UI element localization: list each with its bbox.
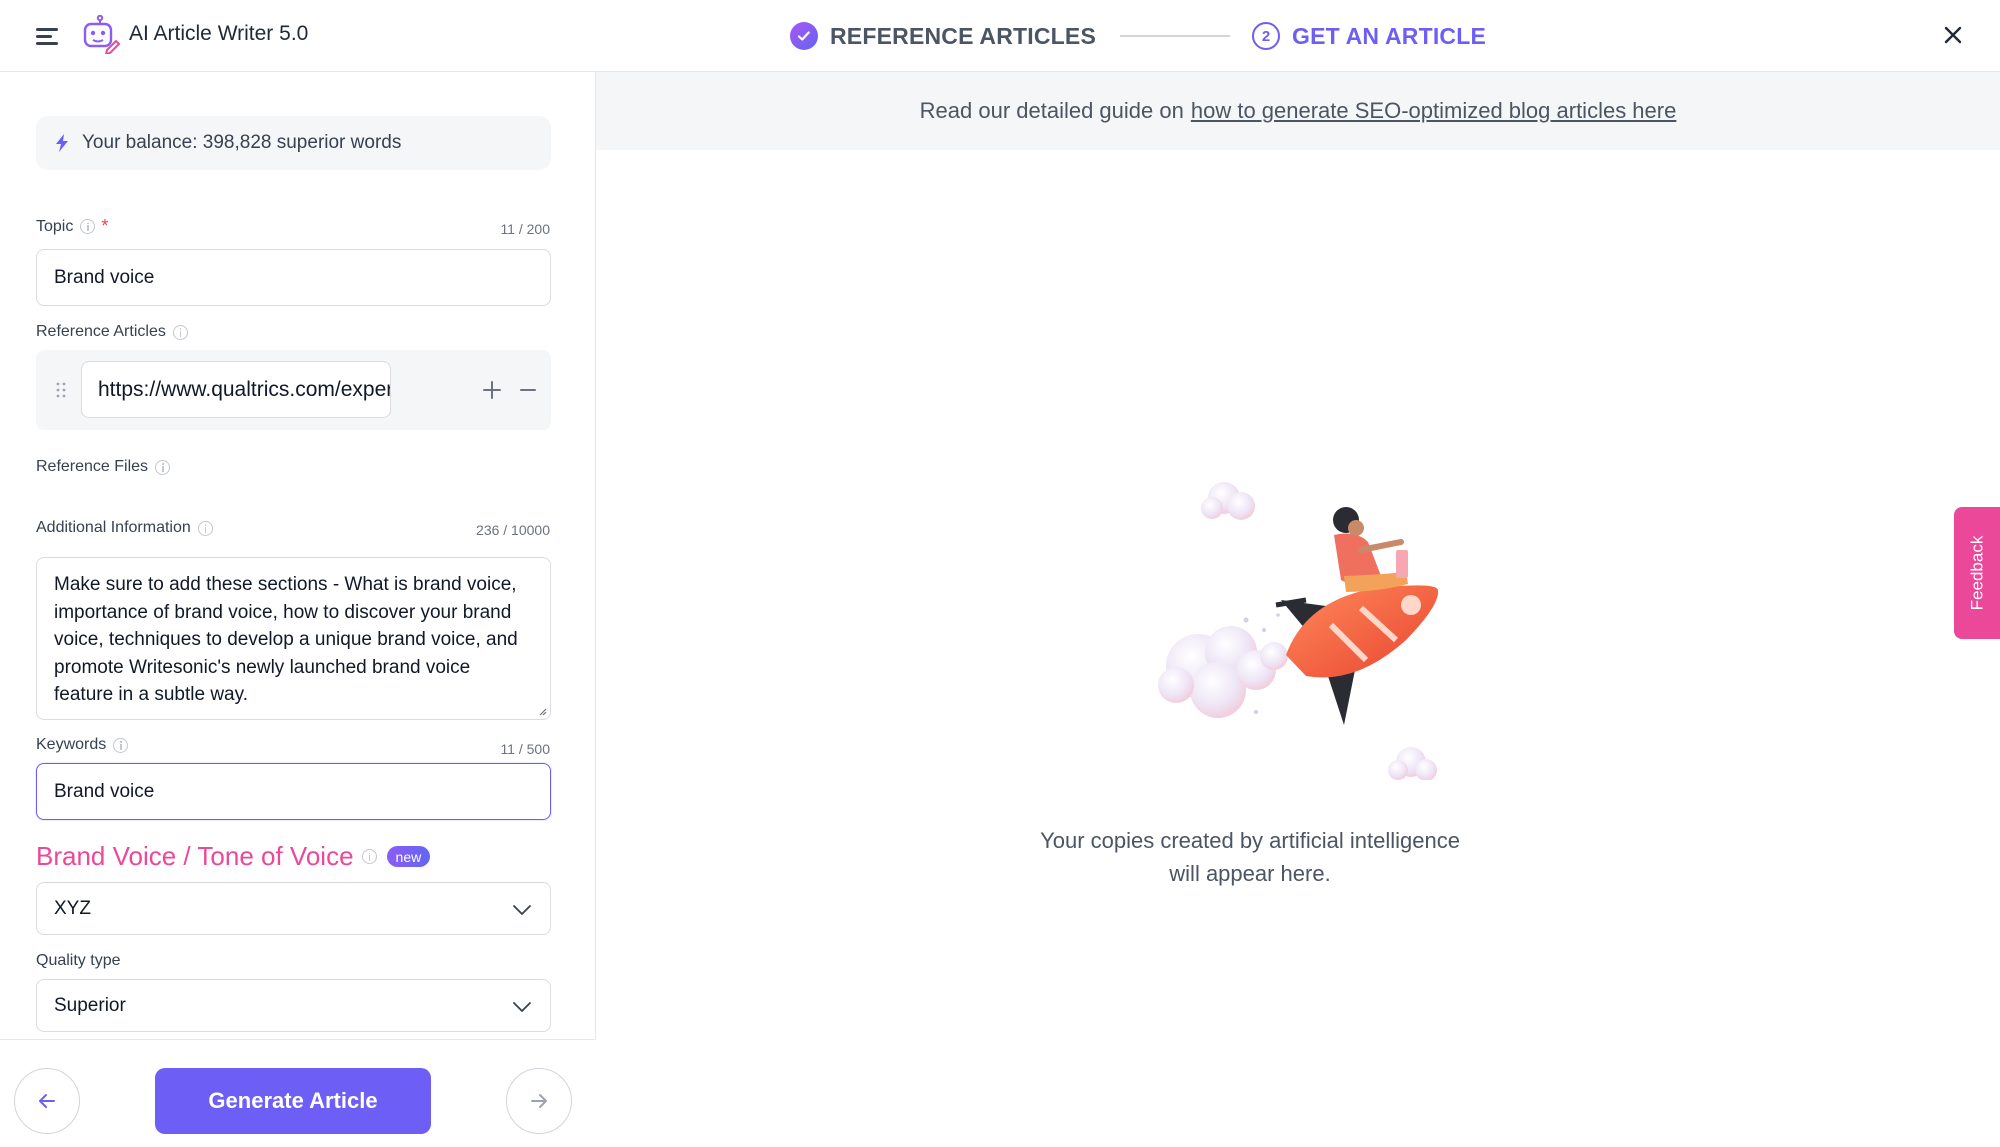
reference-articles-label: Reference Articles [36,323,188,341]
stepper: REFERENCE ARTICLES 2 GET AN ARTICLE [790,16,1486,56]
rocket-illustration [1158,482,1439,780]
topic-label-text: Topic [36,217,74,235]
reference-files-label: Reference Files [36,458,171,476]
guide-prefix: Read our detailed guide on [919,98,1184,123]
new-badge: new [386,846,431,867]
arrow-right-icon [531,1094,547,1108]
plus-icon[interactable] [480,378,504,402]
keywords-label: Keywords [36,736,129,754]
step-get-an-article[interactable]: GET AN ARTICLE [1292,23,1486,50]
quality-type-label: Quality type [36,952,120,970]
minus-icon[interactable] [516,378,540,402]
guide-link[interactable]: how to generate SEO-optimized blog artic… [1191,98,1676,124]
bolt-icon [56,134,68,152]
additional-info-textarea[interactable]: Make sure to add these sections - What i… [36,557,551,720]
topic-input[interactable]: Brand voice [36,249,551,306]
quality-type-select[interactable]: Superior [36,979,551,1032]
required-mark: * [101,216,109,236]
guide-banner: Read our detailed guide on how to genera… [596,72,2000,150]
feedback-tab[interactable]: Feedback [1954,507,2000,639]
keywords-counter: 11 / 500 [500,741,550,757]
info-icon[interactable] [197,520,213,536]
chevron-down-icon [513,905,531,915]
top-header: AI Article Writer 5.0 REFERENCE ARTICLES… [0,0,2000,72]
info-icon[interactable] [80,219,96,234]
reference-articles-label-text: Reference Articles [36,323,166,340]
app-title: AI Article Writer 5.0 [129,22,309,45]
drag-handle-icon[interactable] [56,382,66,398]
chevron-down-icon [513,1002,531,1012]
resize-grip-icon[interactable] [537,706,547,716]
brand-voice-label: Brand Voice / Tone of Voice new [36,841,431,872]
brand-voice-label-text: Brand Voice / Tone of Voice [36,841,354,871]
generate-article-button[interactable]: Generate Article [155,1068,431,1134]
balance-text: Your balance: 398,828 superior words [82,132,402,153]
keywords-input[interactable]: Brand voice [36,763,551,820]
keywords-label-text: Keywords [36,736,107,753]
additional-info-label-text: Additional Information [36,519,191,536]
brand-voice-select[interactable]: XYZ [36,882,551,935]
empty-state-line-1: Your copies created by artificial intell… [1040,828,1460,853]
step-number: 2 [1252,22,1280,50]
info-icon[interactable] [172,324,188,340]
balance-banner: Your balance: 398,828 superior words [36,116,551,170]
additional-info-text: Make sure to add these sections - What i… [54,574,518,705]
info-icon[interactable] [113,737,129,753]
info-icon[interactable] [361,849,377,864]
reference-article-url-input[interactable]: https://www.qualtrics.com/experience-man… [81,361,391,418]
quality-type-label-text: Quality type [36,952,121,969]
menu-icon[interactable] [34,22,62,50]
reference-files-label-text: Reference Files [36,458,149,475]
form-action-bar: Generate Article [0,1039,596,1147]
arrow-left-icon [39,1094,55,1108]
output-panel: Read our detailed guide on how to genera… [596,72,2000,1147]
brand-voice-selected-value: XYZ [54,897,91,919]
topic-counter: 11 / 200 [500,221,550,237]
topic-label: Topic * [36,216,108,237]
additional-info-label: Additional Information [36,519,213,537]
article-form-panel: Your balance: 398,828 superior words Top… [0,72,596,1147]
back-button[interactable] [14,1068,80,1134]
quality-type-selected-value: Superior [54,994,126,1016]
check-icon [790,22,818,50]
step-divider [1120,35,1230,37]
additional-info-counter: 236 / 10000 [476,522,550,538]
step-reference-articles[interactable]: REFERENCE ARTICLES [830,23,1096,50]
empty-state-message: Your copies created by artificial intell… [1020,824,1480,890]
next-button[interactable] [506,1068,572,1134]
info-icon[interactable] [155,459,171,475]
reference-article-row: https://www.qualtrics.com/experience-man… [36,350,551,430]
feedback-label: Feedback [1967,535,1987,611]
robot-pen-icon [83,14,120,54]
close-icon[interactable] [1938,20,1968,50]
empty-state-line-2: will appear here. [1169,861,1331,886]
